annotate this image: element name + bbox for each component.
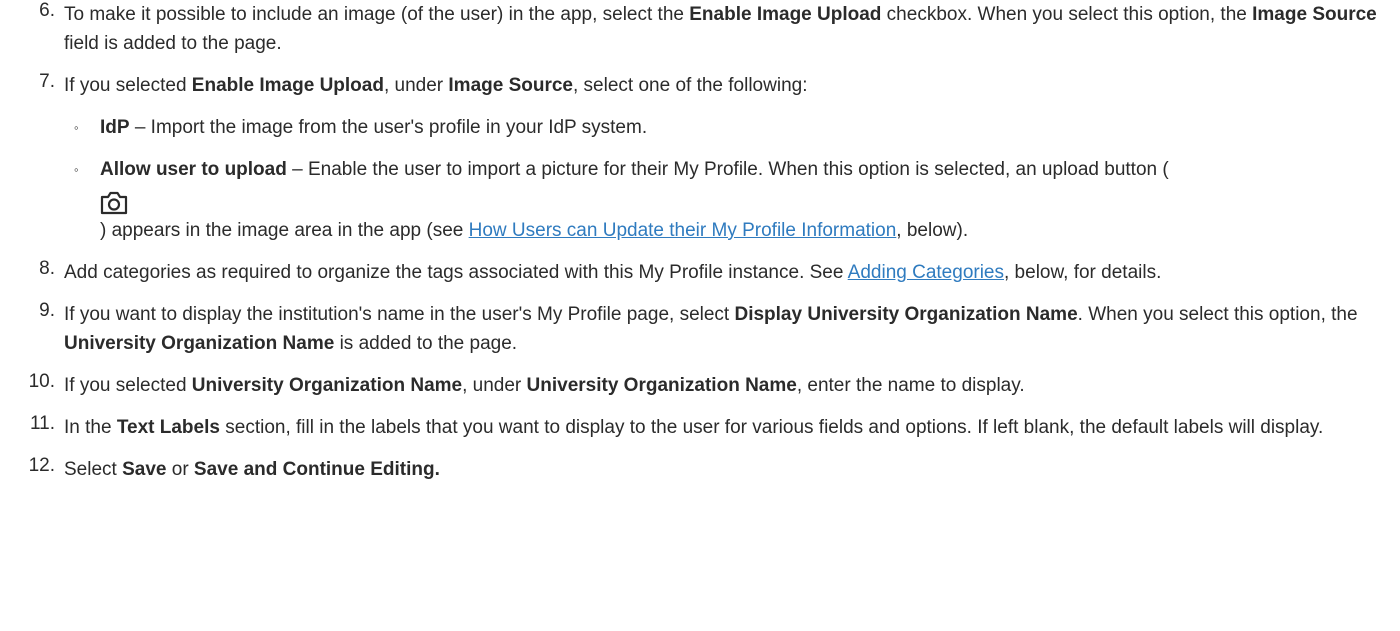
image-source-options: ◦ IdP – Import the image from the user's…: [64, 113, 1400, 245]
option-text: , below).: [896, 220, 969, 241]
ui-term: Save: [122, 459, 167, 480]
text: If you want to display the institution's…: [64, 304, 735, 325]
text: checkbox. When you select this option, t…: [881, 4, 1253, 25]
ui-term: University Organization Name: [64, 333, 335, 354]
ui-term: Display University Organization Name: [734, 304, 1078, 325]
step-number: 8.: [39, 258, 55, 279]
text: section, fill in the labels that you wan…: [219, 417, 1324, 438]
camera-icon: [100, 191, 128, 215]
step-number: 6.: [39, 0, 55, 21]
step-text: To make it possible to include an image …: [64, 0, 1400, 58]
ui-term: Enable Image Upload: [191, 75, 384, 96]
option-text: ) appears in the image area in the app (…: [100, 220, 469, 241]
step-number: 9.: [39, 300, 55, 321]
option-allow-upload: ◦ Allow user to upload – Enable the user…: [64, 155, 1400, 245]
option-text: – Enable the user to import a picture fo…: [286, 159, 1169, 180]
link-adding-categories[interactable]: Adding Categories: [848, 262, 1004, 283]
step-text: Add categories as required to organize t…: [64, 258, 1400, 287]
text: Select: [64, 459, 123, 480]
text: is added to the page.: [334, 333, 518, 354]
text: In the: [64, 417, 117, 438]
text: If you selected: [64, 75, 192, 96]
step-text: If you selected Enable Image Upload, und…: [64, 71, 1400, 100]
ui-term: University Organization Name: [526, 375, 797, 396]
step-10: 10. If you selected University Organizat…: [0, 371, 1400, 400]
step-8: 8. Add categories as required to organiz…: [0, 258, 1400, 287]
option-text: – Import the image from the user's profi…: [129, 117, 648, 138]
text: , select one of the following:: [573, 75, 808, 96]
option-term: Allow user to upload: [100, 159, 287, 180]
ui-term: Image Source: [1252, 4, 1377, 25]
option-idp: ◦ IdP – Import the image from the user's…: [64, 113, 1400, 142]
step-text: If you want to display the institution's…: [64, 300, 1400, 358]
text: , under: [383, 75, 449, 96]
option-term: IdP: [100, 117, 130, 138]
step-text: In the Text Labels section, fill in the …: [64, 413, 1400, 442]
ui-term: University Organization Name: [191, 375, 463, 396]
ui-term: Enable Image Upload: [689, 4, 882, 25]
document: 6. To make it possible to include an ima…: [0, 0, 1400, 631]
text: , under: [462, 375, 527, 396]
step-number: 10.: [28, 371, 55, 392]
ui-term: Image Source: [448, 75, 573, 96]
ui-term: Save and Continue Editing.: [193, 459, 440, 480]
step-12: 12. Select Save or Save and Continue Edi…: [0, 455, 1400, 484]
text: . When you select this option, the: [1077, 304, 1358, 325]
text: Add categories as required to organize t…: [64, 262, 848, 283]
ui-term: Text Labels: [116, 417, 220, 438]
bullet: ◦: [74, 162, 79, 177]
step-6: 6. To make it possible to include an ima…: [0, 0, 1400, 58]
text: , below, for details.: [1004, 262, 1162, 283]
step-7: 7. If you selected Enable Image Upload, …: [0, 71, 1400, 245]
link-update-my-profile[interactable]: How Users can Update their My Profile In…: [469, 220, 897, 241]
step-text: If you selected University Organization …: [64, 371, 1400, 400]
text: If you selected: [64, 375, 192, 396]
step-number: 7.: [39, 71, 55, 92]
bullet: ◦: [74, 120, 79, 135]
step-number: 11.: [29, 413, 55, 434]
text: To make it possible to include an image …: [64, 4, 690, 25]
text: field is added to the page.: [64, 33, 282, 54]
text: or: [166, 459, 194, 480]
step-9: 9. If you want to display the institutio…: [0, 300, 1400, 358]
steps-list: 6. To make it possible to include an ima…: [0, 0, 1400, 484]
step-text: Select Save or Save and Continue Editing…: [64, 455, 1400, 484]
text: , enter the name to display.: [796, 375, 1025, 396]
step-number: 12.: [28, 455, 55, 476]
step-11: 11. In the Text Labels section, fill in …: [0, 413, 1400, 442]
